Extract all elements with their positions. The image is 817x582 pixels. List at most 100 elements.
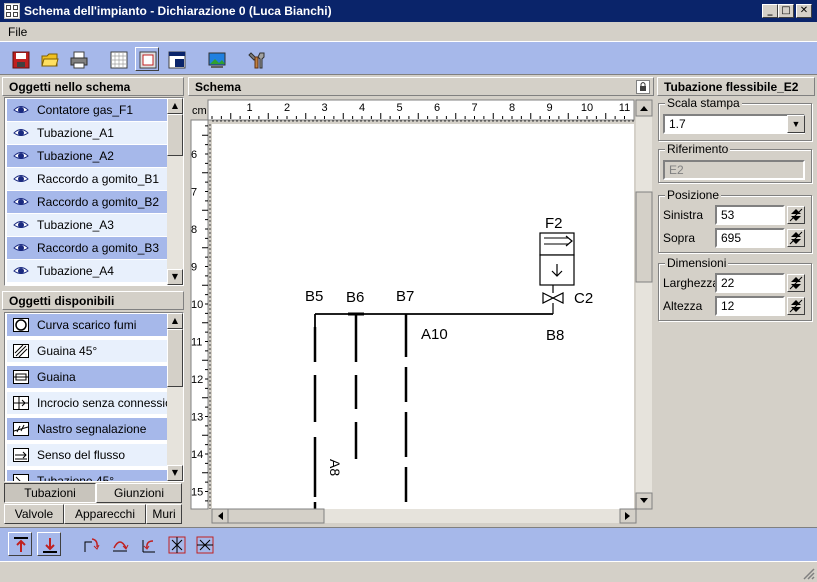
sopra-spin-icon[interactable] <box>787 229 805 247</box>
flip-vertical-icon <box>196 536 214 554</box>
list-item[interactable]: Curva scarico fumi <box>7 314 167 336</box>
rotate-180-icon <box>113 541 129 552</box>
list-item[interactable]: Raccordo a gomito_B2 <box>7 191 167 213</box>
scroll-up-icon[interactable]: ▲ <box>167 98 183 114</box>
ruler-top-label: 3 <box>321 102 327 114</box>
eye-icon <box>13 267 29 274</box>
larghezza-spin-icon[interactable] <box>787 274 805 292</box>
ruler-left-label: 12 <box>191 374 203 386</box>
scroll-thumb[interactable] <box>167 329 183 387</box>
list-item[interactable]: Incrocio senza connession <box>7 392 178 414</box>
tab-giunzioni[interactable]: Giunzioni <box>96 483 182 503</box>
scroll-down-icon[interactable]: ▼ <box>167 465 183 481</box>
circle-icon <box>13 318 29 332</box>
app-icon <box>4 3 20 19</box>
tab-valvole[interactable]: Valvole <box>4 504 64 524</box>
page-view-button[interactable] <box>135 47 159 71</box>
window-view-button[interactable] <box>164 47 188 71</box>
menu-bar: File <box>0 22 817 41</box>
list-item[interactable]: Raccordo a gomito_B3 <box>7 237 167 259</box>
ruler-top-label: 1 <box>246 102 252 114</box>
bring-to-front-button[interactable] <box>8 532 32 556</box>
rotate-left-button[interactable] <box>136 532 160 556</box>
tab-tubazioni[interactable]: Tubazioni <box>4 483 96 503</box>
riferimento-group: Riferimento E2 <box>658 142 812 183</box>
sinistra-field[interactable]: 53 <box>715 205 785 225</box>
label-b8[interactable]: B8 <box>546 327 564 344</box>
settings-button[interactable] <box>244 47 268 71</box>
ruler-left-label: 14 <box>191 449 203 461</box>
send-to-back-button[interactable] <box>37 532 61 556</box>
available-list: Curva scarico fumi Guaina 45° Guaina Inc… <box>4 312 184 482</box>
window-title: Schema dell'impianto - Dichiarazione 0 (… <box>24 4 332 18</box>
rotate-180-button[interactable] <box>107 532 131 556</box>
print-button[interactable] <box>66 47 90 71</box>
grid-view-icon <box>110 51 128 69</box>
objects-scrollbar[interactable]: ▲ ▼ <box>167 98 183 285</box>
list-item[interactable]: Senso del flusso <box>7 444 167 466</box>
available-scrollbar[interactable]: ▲ ▼ <box>167 313 183 481</box>
sinistra-spin-icon[interactable] <box>787 206 805 224</box>
flip-horizontal-button[interactable] <box>164 532 188 556</box>
ruler-left-label: 13 <box>191 412 203 424</box>
window-view-icon <box>168 51 186 69</box>
label-f2[interactable]: F2 <box>545 215 563 232</box>
tab-apparecchi[interactable]: Apparecchi <box>64 504 146 524</box>
scala-select[interactable]: 1.7 <box>663 114 805 134</box>
ruler-left-label: 7 <box>191 187 197 199</box>
eye-icon <box>13 244 29 251</box>
save-button[interactable] <box>8 47 32 71</box>
scroll-thumb[interactable] <box>167 114 183 156</box>
scroll-down-icon[interactable]: ▼ <box>167 269 183 285</box>
ruler-top-label: 5 <box>396 102 402 114</box>
bottom-toolbar <box>0 527 817 561</box>
ruler-left-label: 6 <box>191 149 197 161</box>
eye-icon <box>13 129 29 136</box>
lock-icon[interactable] <box>636 80 650 94</box>
rotate-right-button[interactable] <box>78 532 102 556</box>
ruler-top-label: 4 <box>359 102 365 114</box>
schema-hscroll-thumb[interactable] <box>227 508 325 524</box>
list-item[interactable]: Raccordo a gomito_B1 <box>7 168 167 190</box>
flip-vertical-button[interactable] <box>192 532 216 556</box>
chevron-down-icon[interactable]: ▼ <box>787 115 805 133</box>
menu-file[interactable]: File <box>8 25 27 39</box>
list-item[interactable]: Tubazione_A2 <box>7 145 167 167</box>
list-item[interactable]: Nastro segnalazione <box>7 418 167 440</box>
grid-view-button[interactable] <box>106 47 130 71</box>
larghezza-field[interactable]: 22 <box>715 273 785 293</box>
riferimento-label: Riferimento <box>665 142 731 156</box>
minimize-button[interactable]: _ <box>762 4 778 18</box>
ruler-top-label: 10 <box>581 102 593 114</box>
schema-canvas-area: 1 2 3 4 5 6 7 8 9 10 11 6789101112131415 F2 B5 B6 … <box>188 97 654 525</box>
label-a8[interactable]: A8 <box>327 459 343 476</box>
sopra-field[interactable]: 695 <box>715 228 785 248</box>
list-item[interactable]: Guaina 45° <box>7 340 167 362</box>
label-b7[interactable]: B7 <box>396 288 414 305</box>
list-item[interactable]: Guaina <box>7 366 167 388</box>
gas-meter-f2 <box>539 232 575 286</box>
dimensioni-label: Dimensioni <box>665 256 729 270</box>
schema-vscroll-thumb[interactable] <box>635 191 653 283</box>
ruler-left-label: 8 <box>191 224 197 236</box>
list-item[interactable]: Tubazione_A1 <box>7 122 167 144</box>
ruler-left-label: 11 <box>191 337 202 349</box>
altezza-spin-icon[interactable] <box>787 297 805 315</box>
altezza-field[interactable]: 12 <box>715 296 785 316</box>
list-item[interactable]: Contatore gas_F1 <box>7 99 167 121</box>
label-b5[interactable]: B5 <box>305 288 323 305</box>
image-button[interactable] <box>204 47 228 71</box>
label-c2[interactable]: C2 <box>574 290 593 307</box>
list-item[interactable]: Tubazione_A4 <box>7 260 167 282</box>
open-button[interactable] <box>37 47 61 71</box>
list-item[interactable]: Tubazione_A3 <box>7 214 167 236</box>
list-item[interactable]: Tubazione 45° <box>7 470 167 481</box>
scroll-up-icon[interactable]: ▲ <box>167 313 183 329</box>
ruler-left-label: 15 <box>191 487 203 499</box>
resize-grip-icon[interactable] <box>801 566 815 580</box>
label-b6[interactable]: B6 <box>346 289 364 306</box>
tab-muri[interactable]: Muri <box>146 504 182 524</box>
maximize-button[interactable]: □ <box>778 4 794 18</box>
label-a10[interactable]: A10 <box>421 326 448 343</box>
close-button[interactable]: ✕ <box>796 4 812 18</box>
